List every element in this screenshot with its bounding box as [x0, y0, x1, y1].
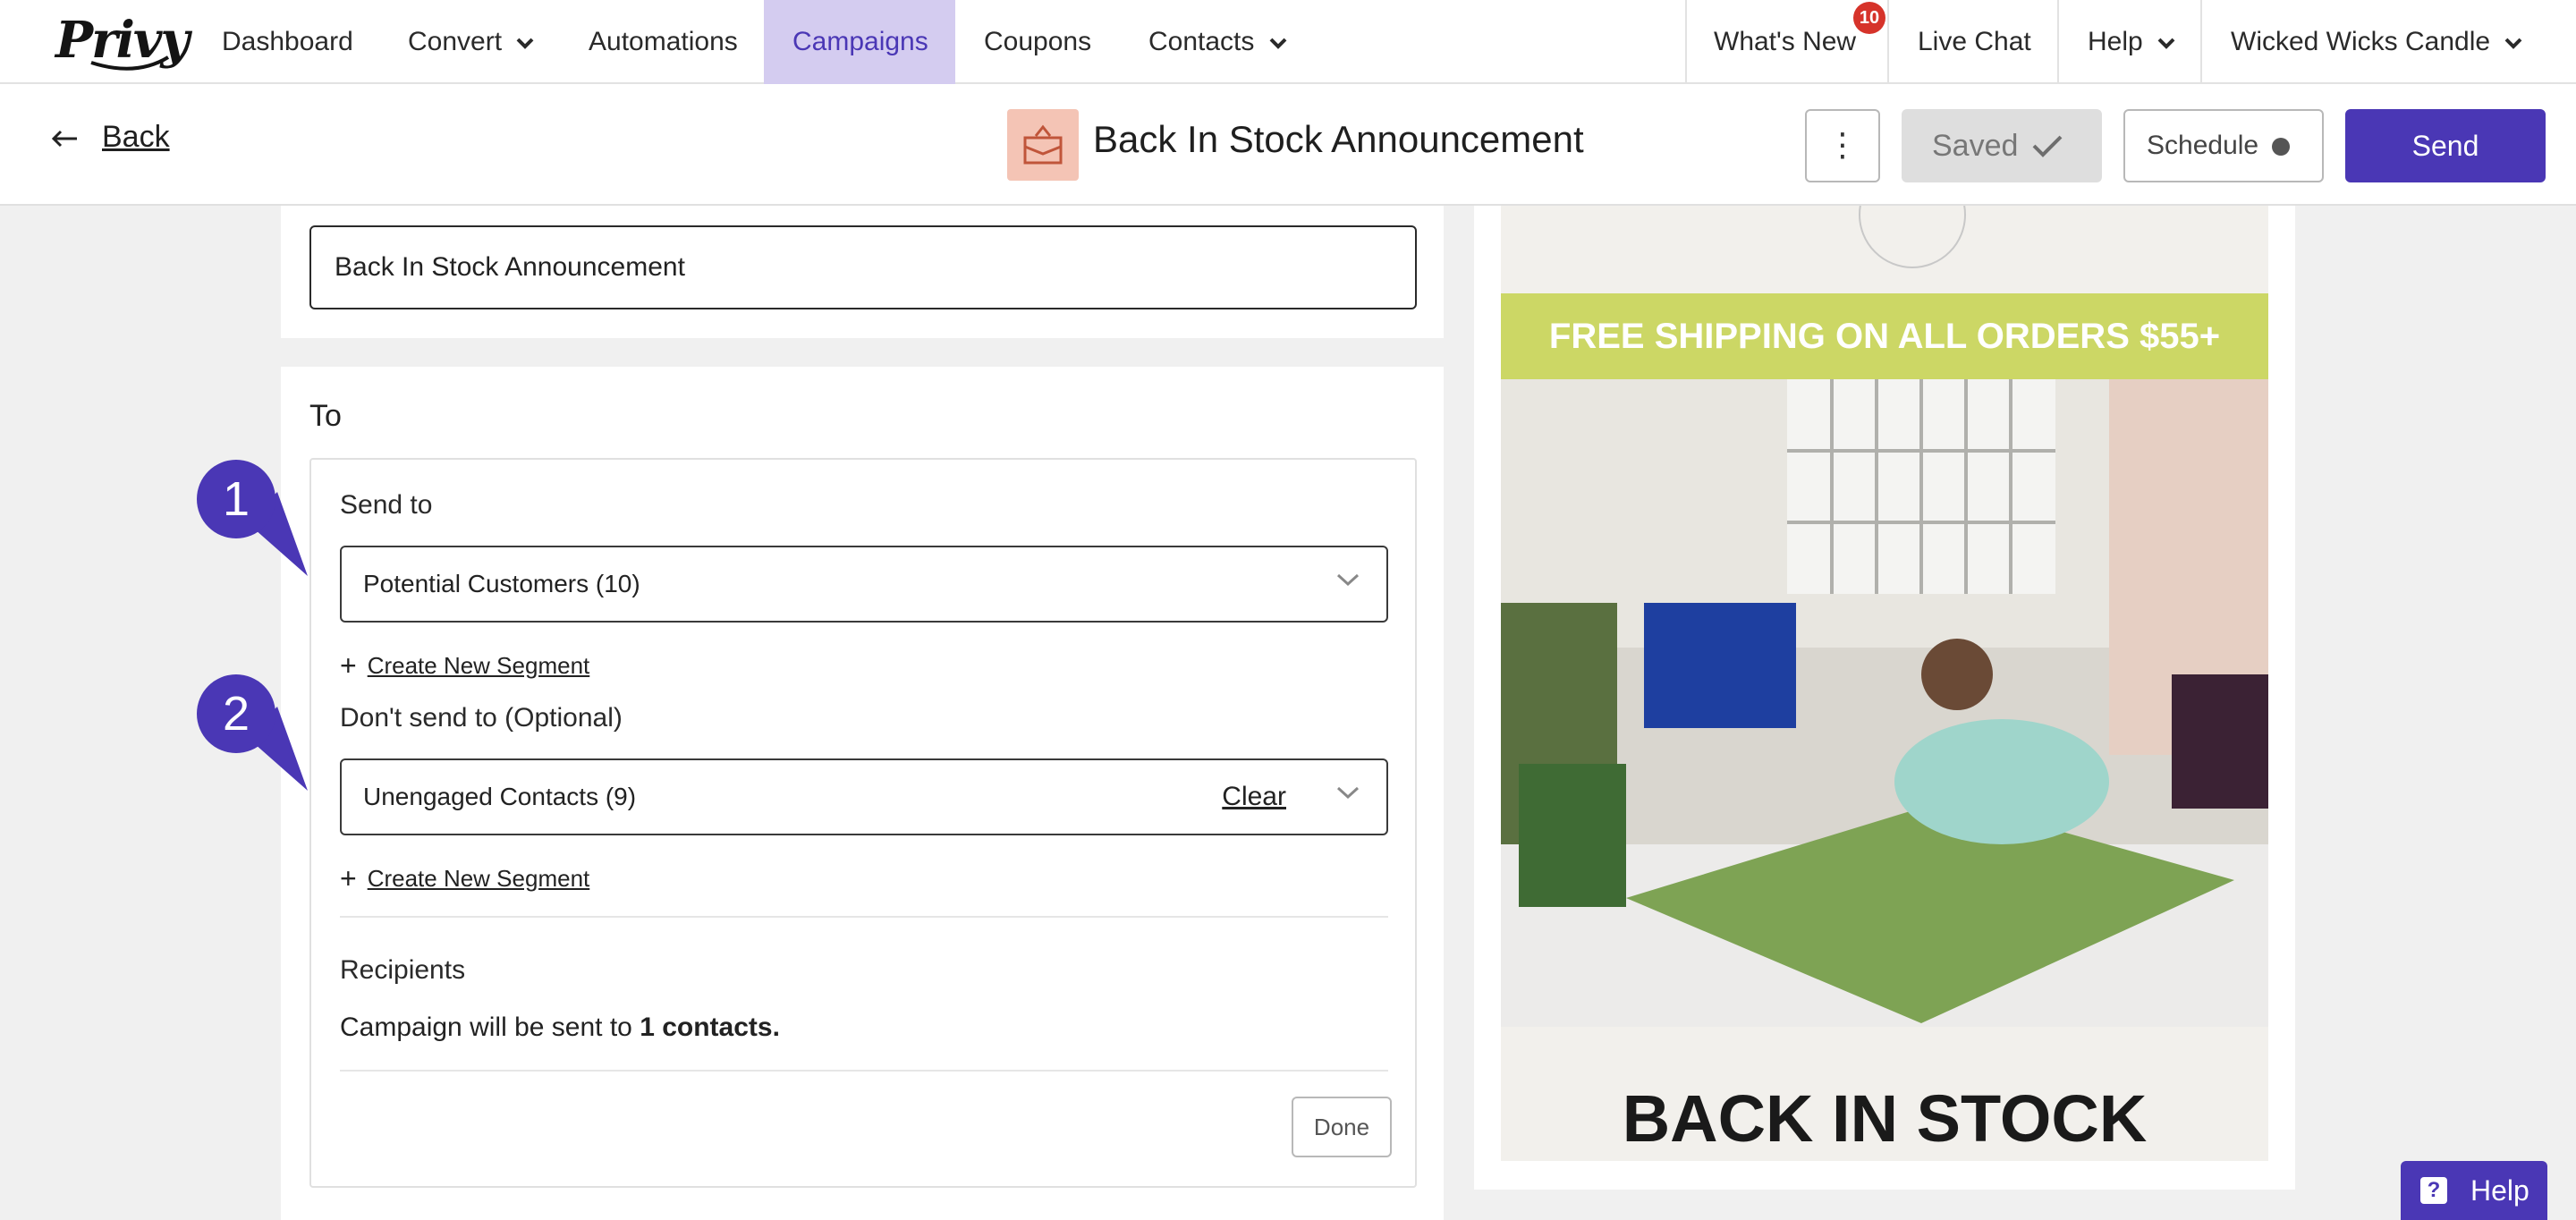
notification-badge: 10: [1853, 2, 1885, 34]
arrow-left-icon: [51, 130, 77, 148]
shipping-banner: FREE SHIPPING ON ALL ORDERS $55+: [1501, 293, 2268, 379]
dont-send-select[interactable]: Unengaged Contacts (9) Clear: [340, 758, 1388, 835]
plus-icon: +: [340, 649, 357, 682]
hero-photo: [1501, 379, 2268, 1027]
recipients-summary: Campaign will be sent to 1 contacts.: [340, 1012, 780, 1042]
recipients-card: To Send to Potential Customers (10) + Cre…: [281, 367, 1444, 1220]
segment-box: Send to Potential Customers (10) + Create…: [309, 458, 1417, 1188]
chevron-down-icon: [1336, 573, 1360, 587]
create-segment-link[interactable]: + Create New Segment: [340, 862, 589, 895]
divider: [340, 1070, 1388, 1072]
campaign-name-input[interactable]: Back In Stock Announcement: [309, 225, 1417, 309]
preview-headline: BACK IN STOCK: [1622, 1081, 2148, 1156]
to-section-title: To: [309, 399, 342, 433]
logo-swoosh-icon: [90, 55, 170, 71]
help-widget-button[interactable]: ? Help: [2401, 1161, 2547, 1220]
clock-icon: [2272, 138, 2290, 156]
help-widget-label: Help: [2470, 1174, 2529, 1207]
campaign-name-card: Back In Stock Announcement: [281, 206, 1444, 338]
nav-live-chat[interactable]: Live Chat: [1889, 0, 2060, 84]
more-options-button[interactable]: ⋮: [1805, 109, 1880, 182]
step-marker-2: 2: [197, 674, 322, 800]
chevron-down-icon: [516, 38, 534, 49]
send-to-value: Potential Customers (10): [363, 570, 640, 597]
campaign-header: Back Back In Stock Announcement ⋮ Saved …: [0, 84, 2576, 206]
send-button[interactable]: Send: [2345, 109, 2546, 182]
email-preview-canvas: FREE SHIPPING ON ALL ORDERS $55+ BACK IN…: [1501, 206, 2268, 1161]
nav-help[interactable]: Help: [2059, 0, 2204, 84]
question-icon: ?: [2420, 1177, 2447, 1204]
recipients-label: Recipients: [340, 955, 466, 985]
recipients-count: 1 contacts.: [640, 1012, 780, 1042]
dont-send-label: Don't send to (Optional): [340, 703, 623, 733]
back-link[interactable]: Back: [50, 120, 170, 155]
plus-icon: +: [340, 862, 357, 894]
divider: [340, 916, 1388, 918]
step-marker-1: 1: [197, 460, 322, 585]
checkmark-icon: [2032, 135, 2063, 157]
done-button[interactable]: Done: [1292, 1097, 1392, 1157]
saved-label: Saved: [1932, 129, 2019, 163]
nav-campaigns[interactable]: Campaigns: [764, 0, 955, 84]
schedule-button[interactable]: Schedule: [2123, 109, 2324, 182]
email-campaign-icon: [1007, 109, 1079, 181]
nav-automations[interactable]: Automations: [560, 0, 767, 84]
nav-coupons[interactable]: Coupons: [955, 0, 1120, 84]
chevron-down-icon: [2157, 38, 2175, 49]
email-preview: FREE SHIPPING ON ALL ORDERS $55+ BACK IN…: [1474, 206, 2295, 1190]
nav-dashboard[interactable]: Dashboard: [193, 0, 382, 84]
chevron-down-icon: [1269, 38, 1287, 49]
saved-button[interactable]: Saved: [1902, 109, 2102, 182]
nav-contacts[interactable]: Contacts: [1120, 0, 1316, 84]
send-to-select[interactable]: Potential Customers (10): [340, 546, 1388, 623]
nav-account[interactable]: Wicked Wicks Candle: [2202, 0, 2551, 84]
nav-convert[interactable]: Convert: [379, 0, 563, 84]
page-title: Back In Stock Announcement: [1093, 118, 1584, 160]
schedule-label: Schedule: [2147, 131, 2259, 160]
dont-send-value: Unengaged Contacts (9): [363, 783, 637, 810]
brand-logo-icon: [1859, 206, 1966, 268]
back-label: Back: [102, 120, 170, 154]
send-to-label: Send to: [340, 490, 433, 520]
create-segment-link[interactable]: + Create New Segment: [340, 649, 589, 682]
top-navigation: Privy Dashboard Convert Automations Camp…: [0, 0, 2576, 84]
clear-button[interactable]: Clear: [1222, 760, 1286, 834]
chevron-down-icon: [2505, 38, 2522, 49]
chevron-down-icon: [1336, 786, 1360, 800]
